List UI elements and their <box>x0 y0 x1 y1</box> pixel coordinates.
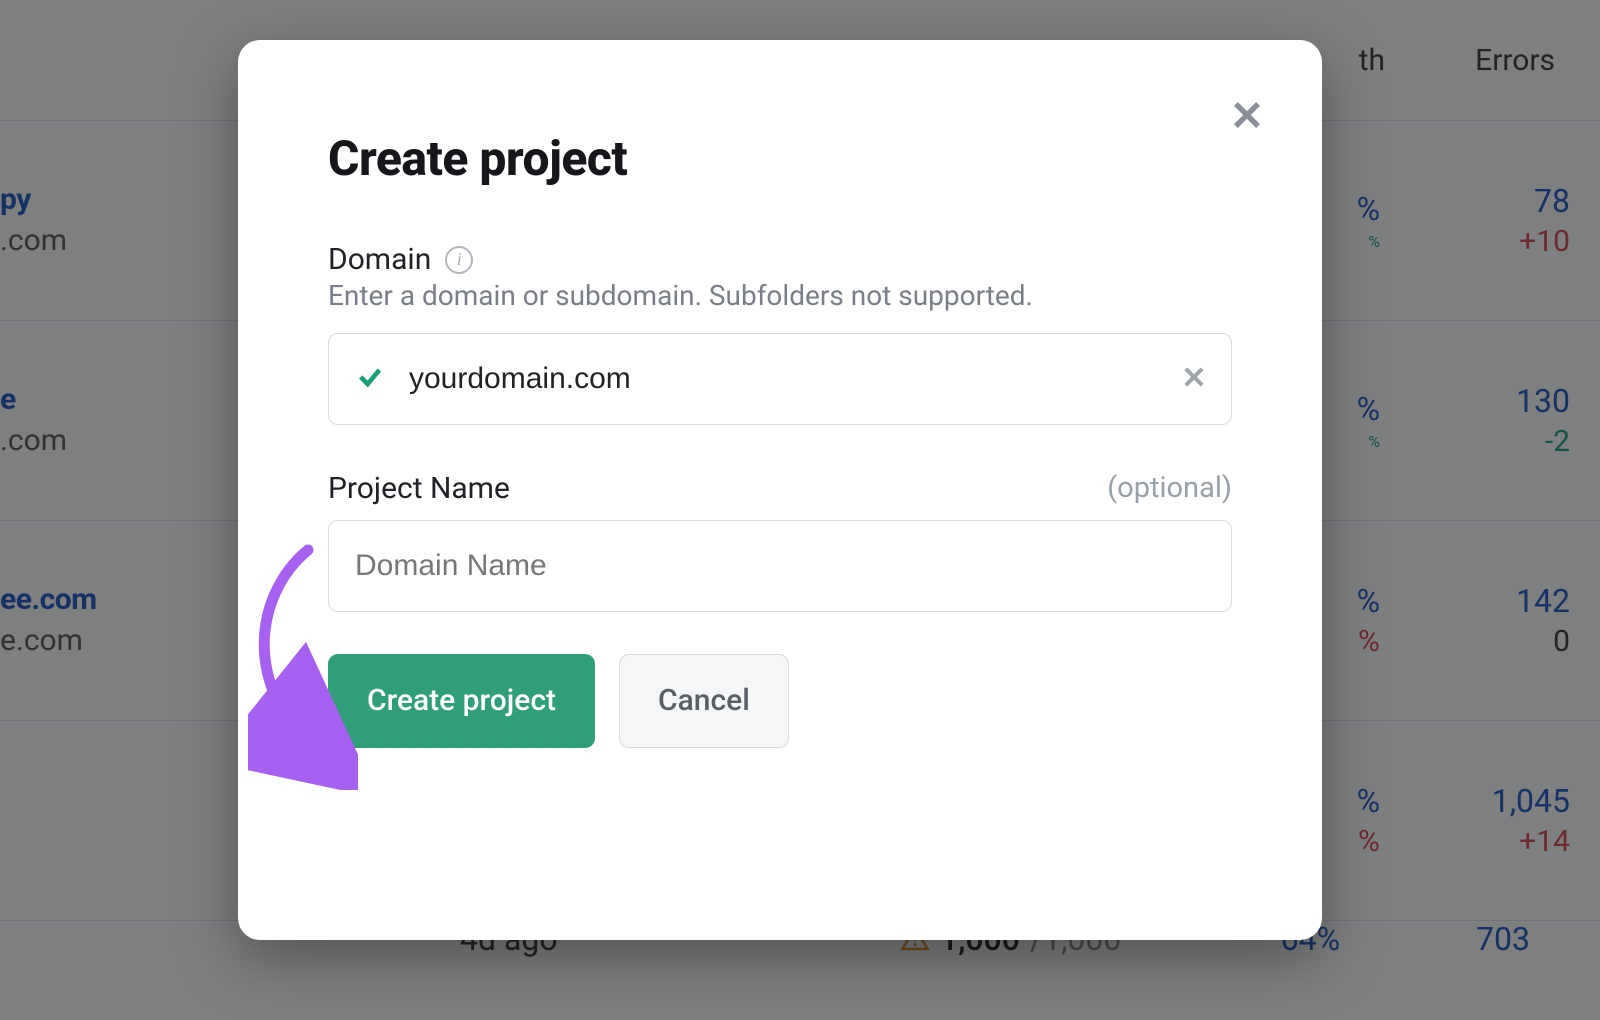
domain-hint: Enter a domain or subdomain. Subfolders … <box>328 277 1232 315</box>
close-button[interactable] <box>1212 80 1282 150</box>
project-name-input[interactable] <box>328 520 1232 612</box>
cancel-button[interactable]: Cancel <box>619 654 789 748</box>
close-icon <box>1228 96 1266 134</box>
check-icon <box>356 363 384 395</box>
project-name-label-row: Project Name (optional) <box>328 471 1232 506</box>
create-project-button[interactable]: Create project <box>328 654 595 748</box>
clear-domain-button[interactable] <box>1180 363 1208 395</box>
domain-label-row: Domain i <box>328 242 1232 277</box>
domain-input-wrap <box>328 333 1232 425</box>
project-name-label: Project Name <box>328 471 510 506</box>
close-icon <box>1180 363 1208 391</box>
domain-label: Domain <box>328 242 431 277</box>
domain-input[interactable] <box>328 333 1232 425</box>
info-icon[interactable]: i <box>445 246 473 274</box>
modal-title: Create project <box>328 130 1232 187</box>
create-project-modal: Create project Domain i Enter a domain o… <box>238 40 1322 940</box>
project-name-optional: (optional) <box>1107 471 1232 505</box>
project-name-input-wrap <box>328 520 1232 612</box>
modal-buttons: Create project Cancel <box>328 654 1232 748</box>
